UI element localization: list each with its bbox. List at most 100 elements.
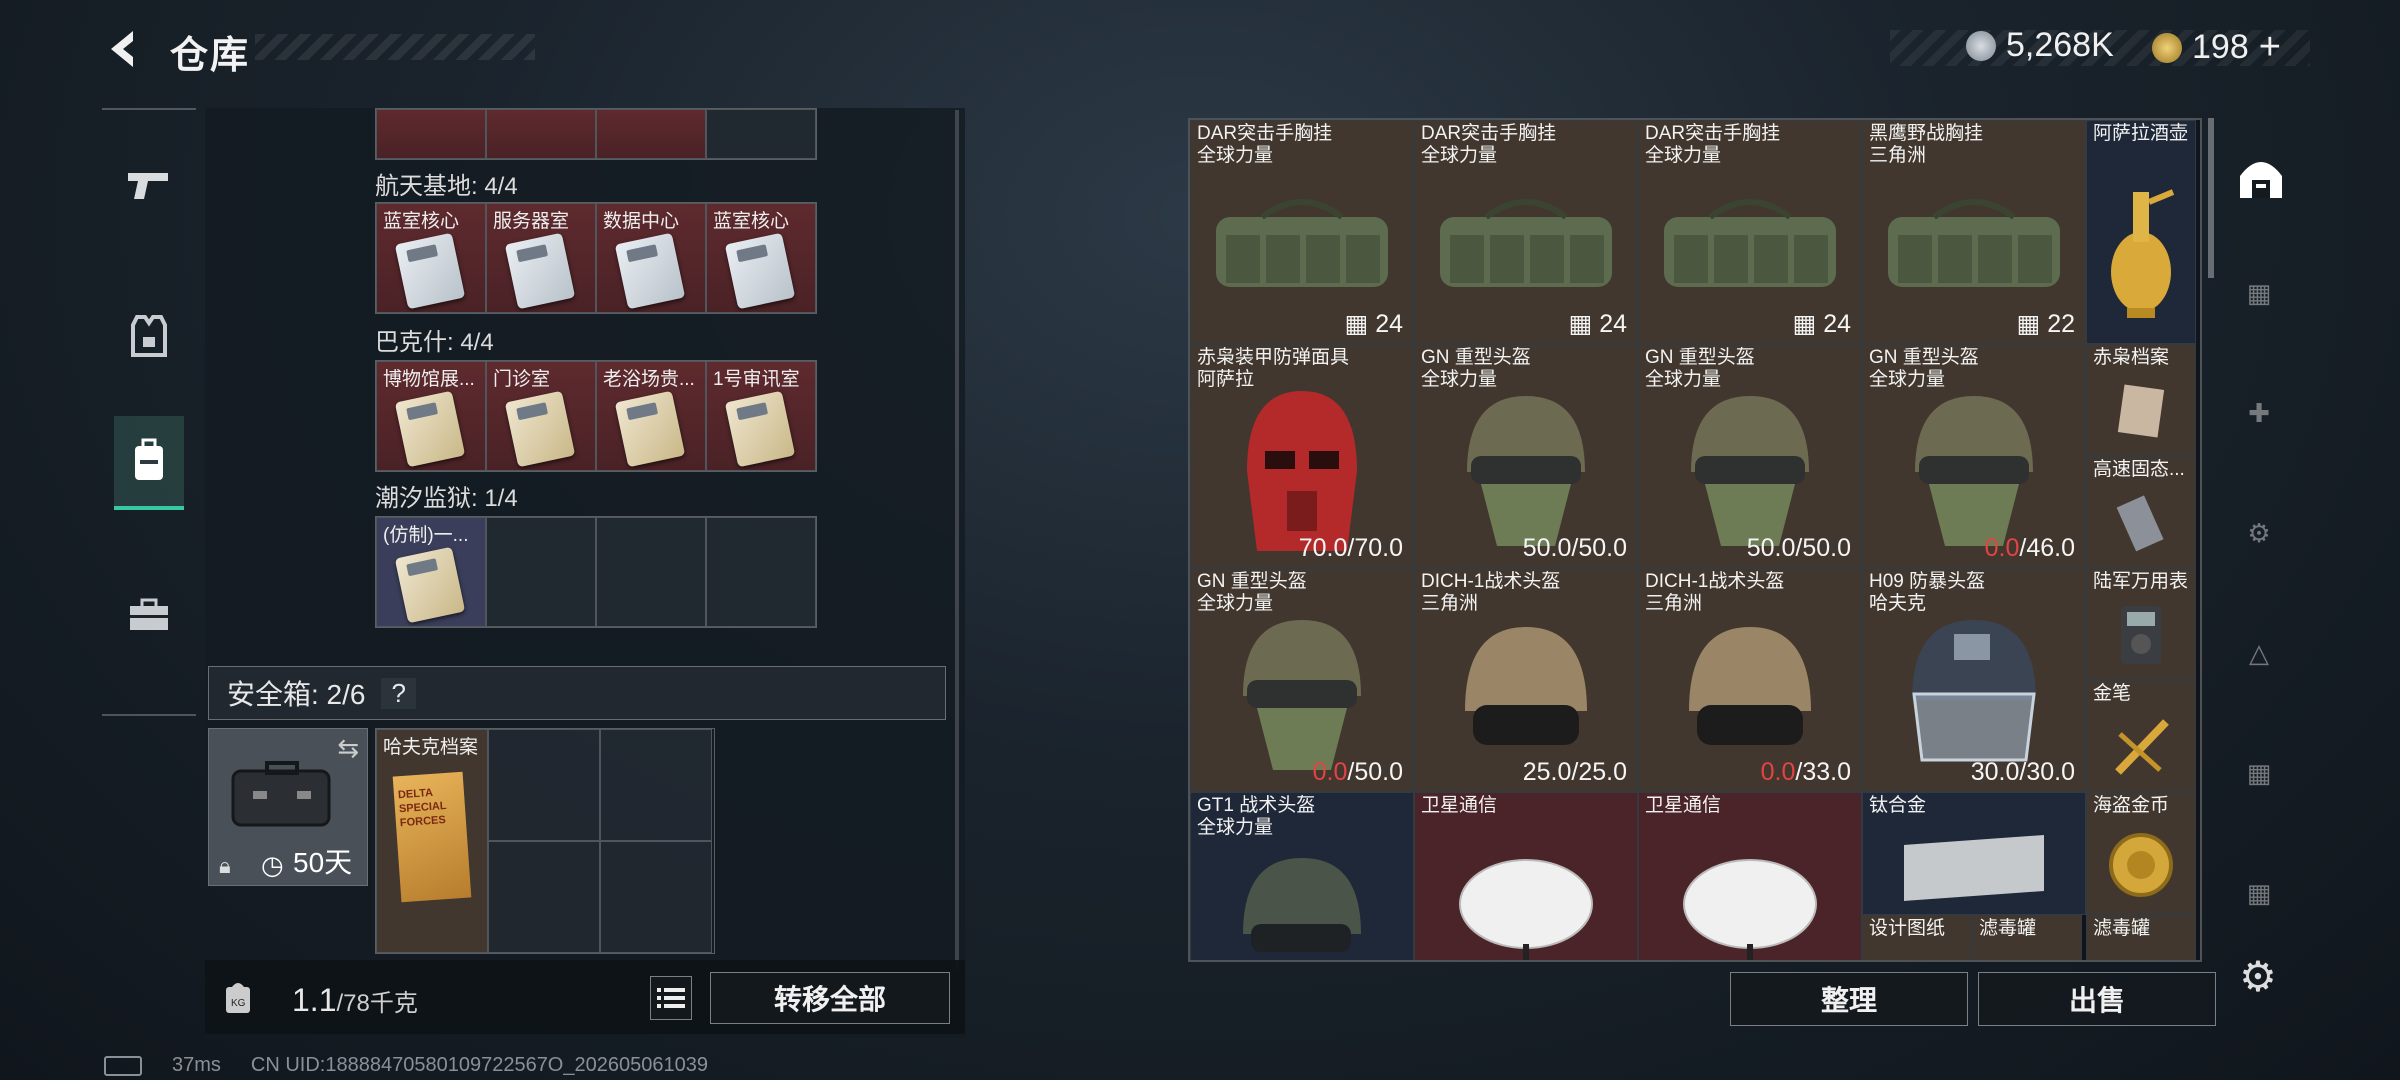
stash-item[interactable]: 卫星通信 (1414, 792, 1638, 960)
key-grid-prison: (仿制)一... (375, 516, 817, 628)
page-title: 仓库 (170, 35, 251, 77)
stash-tabs: ▦ ✚ ⚙ △ ▦ ▦ (2222, 118, 2296, 958)
item-capacity: ▦ 24 (1568, 310, 1627, 338)
stash-item[interactable]: DICH-1战术头盔 三角洲 25.0/25.0 (1414, 568, 1638, 792)
item-name: 赤枭装甲防弹面具 阿萨拉 (1197, 347, 1350, 390)
stash-item[interactable]: 金笔 (2086, 680, 2196, 792)
stash-item[interactable]: 滤毒罐 (1972, 915, 2082, 960)
settings-button[interactable]: ⚙ (2234, 952, 2282, 1000)
title-decoration (255, 34, 535, 60)
stash-tab-3[interactable]: ✚ (2232, 386, 2286, 440)
key-slot[interactable] (596, 109, 706, 159)
item-name: 滤毒罐 (1979, 918, 2037, 940)
key-card-slot[interactable]: 门诊室 (486, 361, 596, 471)
keycard-icon (394, 232, 466, 310)
stash-item[interactable]: 卫星通信 (1638, 792, 1862, 960)
safe-slot-empty[interactable] (488, 841, 600, 953)
keycard-icon (504, 390, 576, 468)
item-name: 黑鹰野战胸挂 三角洲 (1869, 123, 1984, 166)
stash-item[interactable]: GN 重型头盔 全球力量 0.0/50.0 (1190, 568, 1414, 792)
key-card-slot[interactable]: (仿制)一... (376, 517, 486, 627)
key-card-slot[interactable]: 蓝室核心 (706, 203, 816, 313)
stash-item[interactable]: 阿萨拉酒壶 (2086, 120, 2196, 344)
stash-item[interactable]: 高速固态... (2086, 456, 2196, 568)
crate-icon: ▦ (2246, 277, 2272, 308)
nav-armor[interactable] (114, 292, 184, 382)
item-name: 卫星通信 (1645, 795, 1722, 816)
svg-text:KG: KG (231, 998, 246, 1009)
key-row-partial (375, 108, 817, 160)
key-card-slot[interactable]: 1号审讯室 (706, 361, 816, 471)
add-gold-button[interactable]: + (2259, 26, 2281, 69)
stash-item[interactable]: DAR突击手胸挂 全球力量 ▦ 24 (1190, 120, 1414, 344)
key-card-slot[interactable]: 服务器室 (486, 203, 596, 313)
nav-weapons[interactable] (114, 140, 184, 230)
item-name: GN 重型头盔 全球力量 (1421, 347, 1531, 390)
stash-item[interactable]: GT1 战术头盔 全球力量 (1190, 792, 1414, 960)
item-icon (2087, 938, 2195, 960)
dossier-text: DELTA SPECIAL FORCES (397, 786, 447, 830)
list-view-button[interactable] (650, 976, 692, 1020)
key-card-slot[interactable]: 博物馆展... (376, 361, 486, 471)
keycard-icon (724, 232, 796, 310)
stash-tab-4[interactable]: ⚙ (2232, 506, 2286, 560)
key-card-slot[interactable]: 数据中心 (596, 203, 706, 313)
safe-box-container[interactable]: ⇆ 🔒︎ ◷ 50天 (208, 728, 368, 886)
stash-tab-7[interactable]: ▦ (2232, 866, 2286, 920)
item-name: H09 防暴头盔 哈夫克 (1869, 571, 1986, 614)
stash-item[interactable]: GN 重型头盔 全球力量 0.0/46.0 (1862, 344, 2086, 568)
stash-tab-6[interactable]: ▦ (2232, 746, 2286, 800)
key-slot[interactable] (376, 109, 486, 159)
key-slot-empty[interactable] (596, 517, 706, 627)
case-icon (231, 761, 331, 827)
back-button[interactable] (100, 24, 150, 74)
satellite-dish-icon (1639, 823, 1861, 960)
stash-item[interactable]: 陆军万用表 (2086, 568, 2196, 680)
sell-button[interactable]: 出售 (1978, 972, 2216, 1026)
safe-slot-empty[interactable] (488, 729, 600, 841)
flask-icon (2087, 151, 2195, 343)
stash-item[interactable]: 黑鹰野战胸挂 三角洲 ▦ 22 (1862, 120, 2086, 344)
nav-toolbox[interactable] (114, 570, 184, 660)
safe-slot-empty[interactable] (600, 729, 712, 841)
stash-item[interactable]: GN 重型头盔 全球力量 50.0/50.0 (1638, 344, 1862, 568)
item-name: DAR突击手胸挂 全球力量 (1421, 123, 1557, 166)
stash-item[interactable]: H09 防暴头盔 哈夫克 30.0/30.0 (1862, 568, 2086, 792)
key-card-slot[interactable]: 蓝室核心 (376, 203, 486, 313)
stash-tab-main[interactable] (2232, 148, 2290, 206)
status-bar: 37ms CN UID:18888470580109722567O_202605… (104, 1054, 708, 1077)
stash-item[interactable]: 赤枭档案 (2086, 344, 2196, 456)
stash-item[interactable]: DICH-1战术头盔 三角洲 0.0/33.0 (1638, 568, 1862, 792)
left-scrollbar[interactable] (955, 110, 959, 970)
keycard-icon (504, 232, 576, 310)
key-slot[interactable] (486, 109, 596, 159)
stash-item[interactable]: 设计图纸 (1862, 915, 1972, 960)
safe-item-slot[interactable]: 哈夫克档案 DELTA SPECIAL FORCES (376, 729, 488, 953)
organize-button[interactable]: 整理 (1730, 972, 1968, 1026)
key-card-slot[interactable]: 老浴场贵... (596, 361, 706, 471)
stash-item[interactable]: GN 重型头盔 全球力量 50.0/50.0 (1414, 344, 1638, 568)
stash-item[interactable]: 滤毒罐 (2086, 915, 2196, 960)
stash-item[interactable]: 海盗金币 (2086, 792, 2196, 916)
stash-item[interactable]: 钛合金 (1862, 792, 2086, 916)
gold-balance[interactable]: 198 + (2152, 26, 2281, 69)
safe-slot-empty[interactable] (600, 841, 712, 953)
nav-backpack[interactable] (114, 416, 184, 510)
key-slot-empty[interactable] (486, 517, 596, 627)
item-durability: 25.0/25.0 (1522, 758, 1627, 786)
stash-scrollbar[interactable] (2208, 118, 2214, 278)
key-slot-empty[interactable] (706, 517, 816, 627)
medkit-icon: ✚ (2248, 397, 2270, 428)
section-title: 航天基地: 4/4 (375, 173, 518, 200)
multimeter-icon (2087, 591, 2195, 679)
stash-tab-5[interactable]: △ (2232, 626, 2286, 680)
stash-item[interactable]: 赤枭装甲防弹面具 阿萨拉 70.0/70.0 (1190, 344, 1414, 568)
transfer-all-button[interactable]: 转移全部 (710, 972, 950, 1024)
swap-icon[interactable]: ⇆ (337, 733, 359, 764)
stash-item[interactable]: DAR突击手胸挂 全球力量 ▦ 24 (1638, 120, 1862, 344)
stash-item[interactable]: DAR突击手胸挂 全球力量 ▦ 24 (1414, 120, 1638, 344)
help-button[interactable]: ? (381, 677, 416, 709)
key-slot-empty[interactable] (706, 109, 816, 159)
safe-box-grid: 哈夫克档案 DELTA SPECIAL FORCES (375, 728, 715, 954)
stash-tab-2[interactable]: ▦ (2232, 266, 2286, 320)
